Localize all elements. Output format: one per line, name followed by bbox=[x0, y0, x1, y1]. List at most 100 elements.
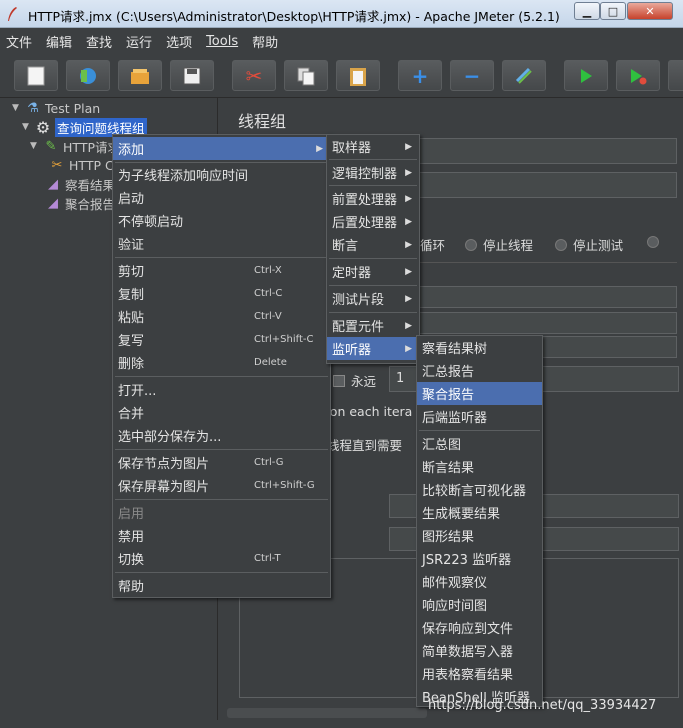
radio-stop-now[interactable] bbox=[647, 235, 665, 250]
menu-separator bbox=[115, 376, 328, 377]
radio-icon bbox=[555, 239, 567, 251]
collapse-icon: − bbox=[463, 63, 481, 88]
start-button[interactable] bbox=[564, 60, 608, 91]
tree-node-view-results[interactable]: ◢ 察看结果 bbox=[44, 175, 115, 193]
listener-item-view-results-table[interactable]: 用表格察看结果 bbox=[417, 662, 542, 685]
menu-item-open[interactable]: 打开... bbox=[113, 378, 330, 401]
menu-item-save-screen-image[interactable]: 保存屏幕为图片 Ctrl+Shift-G bbox=[113, 474, 330, 497]
save-button[interactable] bbox=[170, 60, 214, 91]
submenu-item-pre-processor[interactable]: 前置处理器 ▶ bbox=[327, 187, 419, 210]
listener-item-response-time-graph[interactable]: 响应时间图 bbox=[417, 593, 542, 616]
pipette-icon: ✎ bbox=[45, 138, 57, 154]
menu-tools[interactable]: Tools bbox=[206, 34, 238, 49]
gear-icon: ⚙ bbox=[35, 117, 51, 137]
menu-item-merge[interactable]: 合并 bbox=[113, 401, 330, 424]
submenu-arrow-icon: ▶ bbox=[405, 193, 412, 204]
checkbox-icon bbox=[333, 375, 345, 387]
submenu-item-timer[interactable]: 定时器 ▶ bbox=[327, 260, 419, 283]
menu-edit[interactable]: 编辑 bbox=[46, 32, 72, 51]
listener-item-aggregate-report[interactable]: 聚合报告 bbox=[417, 382, 542, 405]
menu-item-disable[interactable]: 禁用 bbox=[113, 524, 330, 547]
menu-item-help[interactable]: 帮助 bbox=[113, 574, 330, 597]
menu-file[interactable]: 文件 bbox=[6, 32, 32, 51]
toggle-button[interactable] bbox=[502, 60, 546, 91]
submenu-item-listener[interactable]: 监听器 ▶ bbox=[327, 337, 419, 360]
menu-separator bbox=[329, 285, 417, 286]
listener-item-jsr223[interactable]: JSR223 监听器 bbox=[417, 547, 542, 570]
watermark: https://blog.csdn.net/qq_33934427 bbox=[428, 698, 657, 713]
submenu-arrow-icon: ▶ bbox=[405, 141, 412, 152]
start-no-pause-button[interactable] bbox=[616, 60, 660, 91]
menu-search[interactable]: 查找 bbox=[86, 32, 112, 51]
templates-button[interactable] bbox=[66, 60, 110, 91]
menu-item-start[interactable]: 启动 bbox=[113, 186, 330, 209]
menu-item-validate[interactable]: 验证 bbox=[113, 232, 330, 255]
submenu-arrow-icon: ▶ bbox=[405, 320, 412, 331]
submenu-item-config-element[interactable]: 配置元件 ▶ bbox=[327, 314, 419, 337]
new-button[interactable] bbox=[14, 60, 58, 91]
copy-button[interactable] bbox=[284, 60, 328, 91]
menu-separator bbox=[329, 159, 417, 160]
listener-item-comparison-assertion[interactable]: 比较断言可视化器 bbox=[417, 478, 542, 501]
collapse-all-button[interactable]: − bbox=[450, 60, 494, 91]
menu-separator bbox=[115, 449, 328, 450]
tree-node-http-request[interactable]: ▼ ✎ HTTP请求 bbox=[30, 137, 120, 155]
tree-node-aggregate-report[interactable]: ◢ 聚合报告 bbox=[44, 194, 115, 212]
listener-item-graph-results[interactable]: 图形结果 bbox=[417, 524, 542, 547]
tree-node-test-plan[interactable]: ▼ ⚗ Test Plan bbox=[12, 99, 100, 117]
listener-item-summary-report[interactable]: 汇总报告 bbox=[417, 359, 542, 382]
submenu-arrow-icon: ▶ bbox=[405, 239, 412, 250]
menu-item-start-no-pause[interactable]: 不停顿启动 bbox=[113, 209, 330, 232]
menu-item-delete[interactable]: 删除 Delete bbox=[113, 351, 330, 374]
paste-button[interactable] bbox=[336, 60, 380, 91]
close-button[interactable]: ✕ bbox=[627, 2, 673, 20]
menu-separator bbox=[115, 257, 328, 258]
listener-item-mailer[interactable]: 邮件观察仪 bbox=[417, 570, 542, 593]
submenu-item-post-processor[interactable]: 后置处理器 ▶ bbox=[327, 210, 419, 233]
listener-item-generate-summary[interactable]: 生成概要结果 bbox=[417, 501, 542, 524]
listener-item-assertion-results[interactable]: 断言结果 bbox=[417, 455, 542, 478]
listener-item-simple-data-writer[interactable]: 简单数据写入器 bbox=[417, 639, 542, 662]
tree-node-http-child[interactable]: ✂ HTTP C bbox=[48, 156, 114, 174]
forever-checkbox[interactable]: 永远 bbox=[333, 371, 376, 390]
menu-item-copy[interactable]: 复制 Ctrl-C bbox=[113, 282, 330, 305]
radio-stop-test[interactable]: 停止测试 bbox=[555, 235, 623, 254]
menu-item-save-node-image[interactable]: 保存节点为图片 Ctrl-G bbox=[113, 451, 330, 474]
listener-item-backend-listener[interactable]: 后端监听器 bbox=[417, 405, 542, 428]
add-submenu: 取样器 ▶ 逻辑控制器 ▶ 前置处理器 ▶ 后置处理器 ▶ 断言 ▶ 定时器 ▶ 测试片段 ▶… bbox=[326, 134, 420, 364]
submenu-item-test-fragment[interactable]: 测试片段 ▶ bbox=[327, 287, 419, 310]
submenu-arrow-icon: ▶ bbox=[405, 216, 412, 227]
forever-label: 永远 bbox=[351, 374, 377, 389]
toolbar-overflow[interactable] bbox=[668, 60, 683, 91]
new-icon bbox=[27, 66, 45, 85]
listener-item-view-results-tree[interactable]: 察看结果树 bbox=[417, 336, 542, 359]
tree-node-label: 聚合报告 bbox=[65, 196, 116, 212]
listener-submenu: 察看结果树 汇总报告 聚合报告 后端监听器 汇总图 断言结果 比较断言可视化器 … bbox=[416, 335, 543, 707]
copy-icon bbox=[297, 67, 315, 85]
submenu-item-assertion[interactable]: 断言 ▶ bbox=[327, 233, 419, 256]
menu-item-add[interactable]: 添加 ▶ bbox=[113, 137, 330, 160]
minimize-button[interactable]: ▁ bbox=[574, 2, 600, 20]
menu-item-add-response-time[interactable]: 为子线程添加响应时间 bbox=[113, 163, 330, 186]
tree-node-label: 察看结果 bbox=[65, 177, 116, 193]
maximize-button[interactable]: □ bbox=[600, 2, 626, 20]
menu-item-enable: 启用 bbox=[118, 507, 145, 522]
expand-all-button[interactable]: + bbox=[398, 60, 442, 91]
menu-options[interactable]: 选项 bbox=[166, 32, 192, 51]
menu-item-save-selection[interactable]: 选中部分保存为... bbox=[113, 424, 330, 447]
menu-run[interactable]: 运行 bbox=[126, 32, 152, 51]
tools-icon: ✂ bbox=[51, 157, 63, 173]
submenu-item-sampler[interactable]: 取样器 ▶ bbox=[327, 135, 419, 158]
menu-help[interactable]: 帮助 bbox=[252, 32, 278, 51]
listener-item-save-responses[interactable]: 保存响应到文件 bbox=[417, 616, 542, 639]
menu-item-toggle[interactable]: 切换 Ctrl-T bbox=[113, 547, 330, 570]
cut-button[interactable]: ✂ bbox=[232, 60, 276, 91]
menu-item-paste[interactable]: 粘贴 Ctrl-V bbox=[113, 305, 330, 328]
menu-item-duplicate[interactable]: 复写 Ctrl+Shift-C bbox=[113, 328, 330, 351]
menu-item-cut[interactable]: 剪切 Ctrl-X bbox=[113, 259, 330, 282]
radio-stop-thread[interactable]: 停止线程 bbox=[465, 235, 533, 254]
listener-item-aggregate-graph[interactable]: 汇总图 bbox=[417, 432, 542, 455]
submenu-item-logic-controller[interactable]: 逻辑控制器 ▶ bbox=[327, 161, 419, 184]
horizontal-scrollbar[interactable] bbox=[227, 708, 427, 718]
open-button[interactable] bbox=[118, 60, 162, 91]
